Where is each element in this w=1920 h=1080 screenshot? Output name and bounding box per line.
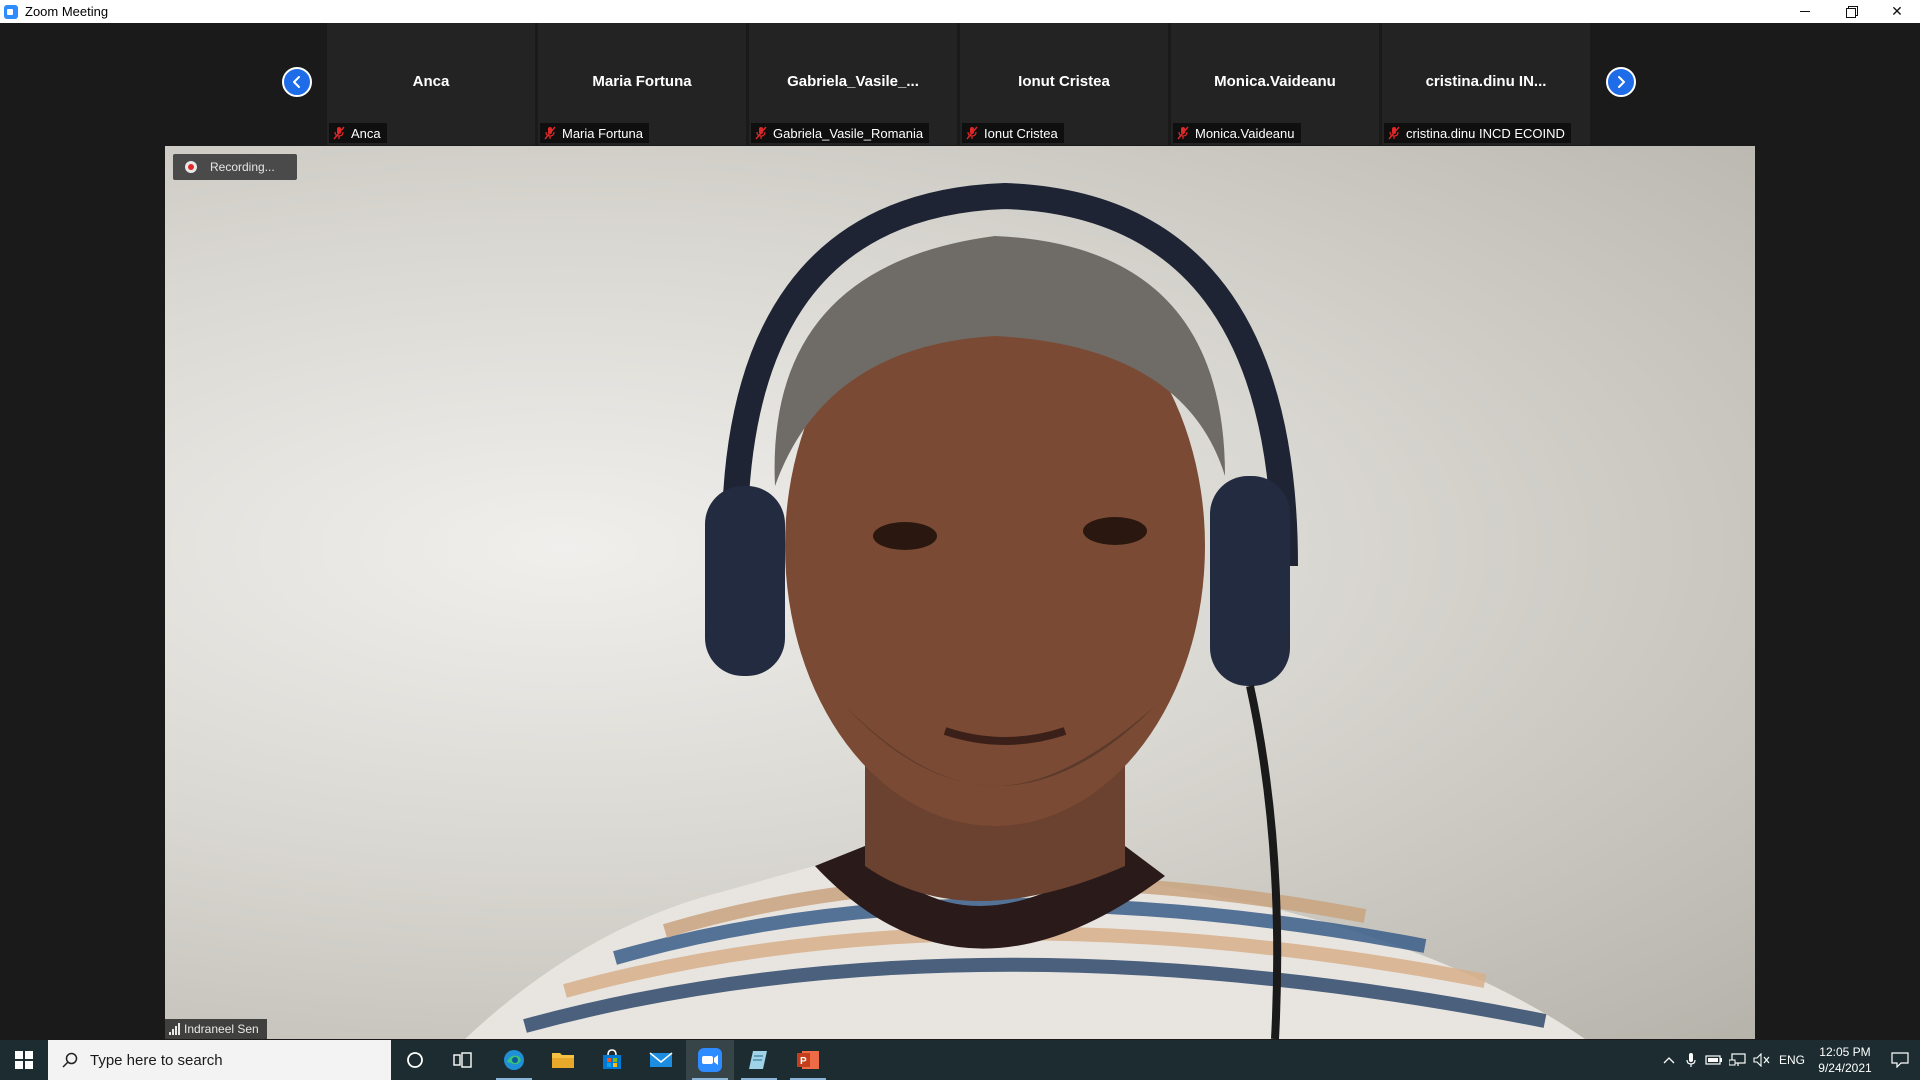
edge-browser-icon <box>504 1050 524 1070</box>
participant-label: Ionut Cristea <box>962 123 1064 143</box>
notification-icon <box>1891 1052 1909 1068</box>
minimize-button[interactable] <box>1782 0 1828 23</box>
notepad-icon <box>749 1051 767 1069</box>
clock-time: 12:05 PM <box>1819 1045 1871 1059</box>
participant-label-text: Monica.Vaideanu <box>1195 125 1295 141</box>
window-titlebar: Zoom Meeting <box>0 0 1920 23</box>
mic-muted-icon <box>1388 126 1400 140</box>
close-button[interactable] <box>1874 0 1920 23</box>
volume-muted-icon <box>1753 1053 1770 1067</box>
battery-icon <box>1705 1055 1722 1065</box>
gallery-prev-button[interactable] <box>282 67 312 97</box>
participant-gallery-strip: Anca Anca Maria Fortuna Maria Fortuna Ga… <box>0 23 1920 145</box>
participant-tile[interactable]: cristina.dinu IN... cristina.dinu INCD E… <box>1382 23 1590 145</box>
participant-display-name: Anca <box>412 73 450 90</box>
record-icon <box>185 161 197 173</box>
taskbar-store[interactable] <box>588 1040 636 1080</box>
microphone-tray-button[interactable] <box>1680 1040 1702 1080</box>
store-bag-icon <box>603 1049 621 1069</box>
windows-taskbar: Type here to search P ENG 12:05 PM 9/24/… <box>0 1040 1920 1080</box>
restore-button[interactable] <box>1828 0 1874 23</box>
chevron-right-icon <box>1618 76 1625 88</box>
network-tray-button[interactable] <box>1726 1040 1750 1080</box>
task-view-icon <box>453 1052 472 1068</box>
participant-label: Monica.Vaideanu <box>1173 123 1301 143</box>
window-controls <box>1782 0 1920 23</box>
microphone-icon <box>1686 1053 1696 1067</box>
gallery-tiles: Anca Anca Maria Fortuna Maria Fortuna Ga… <box>327 23 1593 145</box>
windows-logo-icon <box>15 1051 33 1069</box>
participant-label-text: Gabriela_Vasile_Romania <box>773 125 924 141</box>
participant-tile[interactable]: Ionut Cristea Ionut Cristea <box>960 23 1168 145</box>
powerpoint-icon: P <box>797 1051 819 1069</box>
cortana-button[interactable] <box>391 1040 439 1080</box>
participant-label: Gabriela_Vasile_Romania <box>751 123 930 143</box>
mic-muted-icon <box>966 126 978 140</box>
taskbar-clock[interactable]: 12:05 PM 9/24/2021 <box>1810 1040 1880 1080</box>
start-button[interactable] <box>0 1040 48 1080</box>
taskbar-file-explorer[interactable] <box>539 1040 587 1080</box>
gallery-next-button[interactable] <box>1606 67 1636 97</box>
participant-tile[interactable]: Gabriela_Vasile_... Gabriela_Vasile_Roma… <box>749 23 957 145</box>
participant-label-text: Anca <box>351 125 381 141</box>
battery-tray-button[interactable] <box>1702 1040 1726 1080</box>
speaker-name-tag: Indraneel Sen <box>165 1019 267 1039</box>
mic-muted-icon <box>544 126 556 140</box>
taskbar-search-box[interactable]: Type here to search <box>48 1040 391 1080</box>
system-tray: ENG 12:05 PM 9/24/2021 <box>1658 1040 1920 1080</box>
participant-display-name: cristina.dinu IN... <box>1425 73 1547 90</box>
participant-label: Maria Fortuna <box>540 123 649 143</box>
participant-display-name: Gabriela_Vasile_... <box>787 73 919 90</box>
recording-label: Recording... <box>210 160 275 174</box>
participant-label-text: Ionut Cristea <box>984 125 1058 141</box>
show-hidden-icons-button[interactable] <box>1658 1040 1680 1080</box>
cortana-circle-icon <box>407 1052 423 1068</box>
participant-tile[interactable]: Anca Anca <box>327 23 535 145</box>
taskbar-mail[interactable] <box>637 1040 685 1080</box>
participant-label-text: Maria Fortuna <box>562 125 643 141</box>
zoom-app-icon <box>698 1048 722 1072</box>
input-language[interactable]: ENG <box>1774 1040 1810 1080</box>
mic-muted-icon <box>1177 126 1189 140</box>
participant-label: cristina.dinu INCD ECOIND <box>1384 123 1571 143</box>
window-title: Zoom Meeting <box>25 4 109 19</box>
speaker-video-frame <box>465 182 1585 1039</box>
speaker-name: Indraneel Sen <box>184 1022 259 1036</box>
signal-strength-icon <box>169 1023 180 1035</box>
participant-display-name: Monica.Vaideanu <box>1214 73 1336 90</box>
participant-label: Anca <box>329 123 387 143</box>
taskbar-edge[interactable] <box>490 1040 538 1080</box>
svg-text:P: P <box>800 1056 807 1067</box>
mic-muted-icon <box>755 126 767 140</box>
participant-display-name: Ionut Cristea <box>1018 73 1110 90</box>
participant-display-name: Maria Fortuna <box>592 73 692 90</box>
participant-label-text: cristina.dinu INCD ECOIND <box>1406 125 1565 141</box>
participant-tile[interactable]: Monica.Vaideanu Monica.Vaideanu <box>1171 23 1379 145</box>
active-speaker-video[interactable]: Recording... Indraneel Sen <box>165 146 1755 1039</box>
taskbar-powerpoint[interactable]: P <box>784 1040 832 1080</box>
participant-tile[interactable]: Maria Fortuna Maria Fortuna <box>538 23 746 145</box>
folder-icon <box>552 1053 574 1068</box>
clock-date: 9/24/2021 <box>1818 1061 1872 1075</box>
chevron-left-icon <box>293 76 300 88</box>
recording-indicator[interactable]: Recording... <box>173 154 297 180</box>
taskbar-zoom[interactable] <box>686 1040 734 1080</box>
mic-muted-icon <box>333 126 345 140</box>
action-center-button[interactable] <box>1880 1040 1920 1080</box>
volume-tray-button[interactable] <box>1750 1040 1774 1080</box>
taskbar-notepad[interactable] <box>735 1040 783 1080</box>
network-icon <box>1729 1053 1746 1066</box>
search-placeholder: Type here to search <box>90 1051 223 1069</box>
mail-icon <box>649 1052 673 1067</box>
zoom-app-icon <box>4 4 18 19</box>
task-view-button[interactable] <box>439 1040 487 1080</box>
chevron-up-icon <box>1663 1057 1675 1064</box>
search-icon <box>62 1052 78 1068</box>
